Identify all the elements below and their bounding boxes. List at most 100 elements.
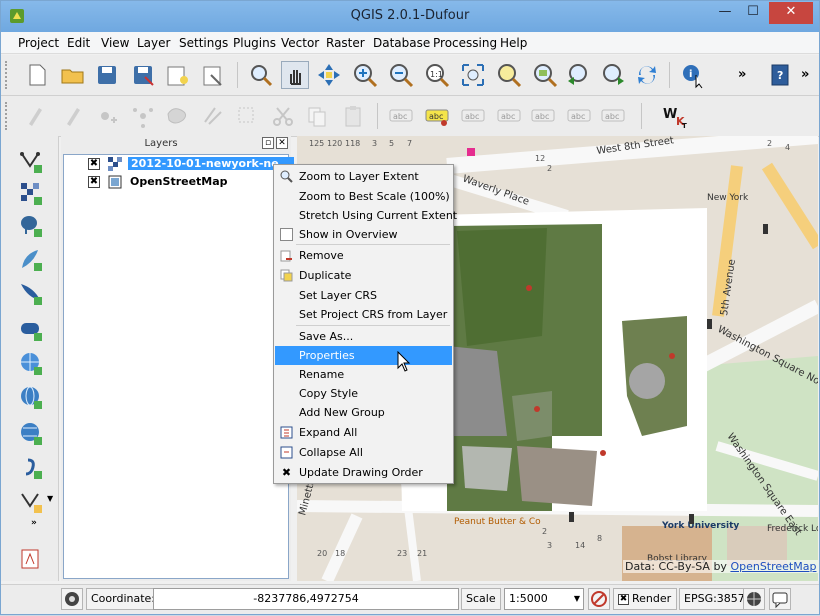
- save-project-button[interactable]: [93, 61, 121, 89]
- layer-labeling-button[interactable]: abc: [387, 102, 415, 130]
- menu-item-duplicate[interactable]: Duplicate: [275, 266, 452, 285]
- toolbar-handle[interactable]: [5, 102, 9, 130]
- epsg-button[interactable]: EPSG:3857: [679, 588, 750, 610]
- menu-item-zoom-to-layer-extent[interactable]: Zoom to Layer Extent: [275, 167, 452, 186]
- help-contents-button[interactable]: ?: [766, 61, 794, 89]
- add-spatialite-layer-button[interactable]: [18, 246, 44, 272]
- zoom-full-button[interactable]: [459, 61, 487, 89]
- menu-database[interactable]: Database: [373, 36, 430, 50]
- layer-visibility-checkbox[interactable]: ✖: [88, 176, 100, 188]
- menu-item-zoom-to-best-scale[interactable]: Zoom to Best Scale (100%): [275, 187, 452, 206]
- render-toggle[interactable]: ✖ Render: [613, 588, 677, 610]
- menu-item-update-drawing-order[interactable]: ✖ Update Drawing Order: [275, 463, 452, 482]
- progress-toggle-button[interactable]: [61, 588, 83, 610]
- menu-project[interactable]: Project: [18, 36, 59, 50]
- toolbar-handle[interactable]: [5, 61, 9, 89]
- identify-features-button[interactable]: i: [679, 61, 707, 89]
- menu-item-set-layer-crs[interactable]: Set Layer CRS: [275, 286, 452, 305]
- change-label-button[interactable]: abc: [599, 102, 627, 130]
- zoom-in-button[interactable]: [351, 61, 379, 89]
- menu-item-add-new-group[interactable]: Add New Group: [275, 403, 452, 422]
- minimize-button[interactable]: —: [711, 2, 739, 24]
- toggle-editing-button[interactable]: [59, 102, 87, 130]
- layer-row[interactable]: ✖ OpenStreetMap: [64, 173, 288, 191]
- menu-help[interactable]: Help: [500, 36, 527, 50]
- menu-item-rename[interactable]: Rename: [275, 365, 452, 384]
- menu-item-show-in-overview[interactable]: Show in Overview: [275, 225, 452, 244]
- node-tool-button[interactable]: [163, 102, 191, 130]
- zoom-out-button[interactable]: [387, 61, 415, 89]
- menu-edit[interactable]: Edit: [67, 36, 90, 50]
- select-delete-button[interactable]: [233, 102, 261, 130]
- save-as-button[interactable]: [129, 61, 157, 89]
- new-shapefile-button[interactable]: [18, 488, 44, 514]
- delete-selected-button[interactable]: [199, 102, 227, 130]
- add-oracle-layer-button[interactable]: [18, 316, 44, 342]
- pan-map-button[interactable]: [281, 61, 309, 89]
- zoom-last-button[interactable]: [565, 61, 593, 89]
- composer-manager-button[interactable]: [199, 61, 227, 89]
- paste-features-button[interactable]: [339, 102, 367, 130]
- open-project-button[interactable]: [59, 61, 87, 89]
- add-vector-layer-button[interactable]: [18, 148, 44, 174]
- cut-features-button[interactable]: [269, 102, 297, 130]
- add-postgis-layer-button[interactable]: [18, 212, 44, 238]
- copy-features-button[interactable]: [303, 102, 331, 130]
- scale-combobox[interactable]: 1:5000 ▼: [504, 588, 584, 610]
- label-tool-button[interactable]: abc: [423, 102, 451, 130]
- layer-name[interactable]: OpenStreetMap: [130, 175, 228, 188]
- add-mssql-layer-button[interactable]: [18, 280, 44, 306]
- menu-view[interactable]: View: [101, 36, 129, 50]
- menu-settings[interactable]: Settings: [179, 36, 228, 50]
- move-feature-button[interactable]: [129, 102, 157, 130]
- menu-vector[interactable]: Vector: [281, 36, 319, 50]
- touch-zoom-button[interactable]: [247, 61, 275, 89]
- zoom-to-selection-button[interactable]: [495, 61, 523, 89]
- menu-item-save-as[interactable]: Save As...: [275, 327, 452, 346]
- add-wms-layer-button[interactable]: [18, 350, 44, 376]
- maximize-button[interactable]: ☐: [739, 2, 767, 24]
- menu-item-expand-all[interactable]: Expand All: [275, 423, 452, 442]
- menu-item-properties[interactable]: Properties: [275, 346, 452, 365]
- layers-panel-header[interactable]: Layers ▫ ✕: [61, 136, 291, 152]
- stop-render-button[interactable]: [588, 588, 610, 610]
- zoom-actual-size-button[interactable]: 1:1: [423, 61, 451, 89]
- refresh-button[interactable]: [633, 61, 661, 89]
- layers-tree[interactable]: ✖ 2012-10-01-newyork-ne... ✖ OpenStreetM…: [63, 154, 295, 579]
- rotate-label-button[interactable]: abc: [565, 102, 593, 130]
- menu-item-stretch-current-extent[interactable]: Stretch Using Current Extent: [275, 206, 457, 225]
- pan-to-selection-button[interactable]: [315, 61, 343, 89]
- zoom-to-layer-button[interactable]: [531, 61, 559, 89]
- add-raster-layer-button[interactable]: [18, 180, 44, 206]
- layer-row[interactable]: ✖ 2012-10-01-newyork-ne...: [64, 155, 295, 173]
- add-point-button[interactable]: [93, 102, 121, 130]
- crs-status-button[interactable]: [743, 588, 765, 610]
- menu-processing[interactable]: Processing: [433, 36, 497, 50]
- openstreetmap-link[interactable]: OpenStreetMap: [730, 560, 816, 573]
- toolbar-overflow-chevron-vertical[interactable]: »: [31, 518, 37, 528]
- toolbar-overflow-chevron-2[interactable]: »: [801, 67, 809, 82]
- menu-item-remove[interactable]: Remove: [275, 246, 452, 265]
- coordinate-field[interactable]: -8237786,4972754: [153, 588, 459, 610]
- wkt-plugin-button[interactable]: WKT: [661, 102, 689, 130]
- add-delimited-text-button[interactable]: [18, 454, 44, 480]
- close-button[interactable]: ✕: [769, 2, 813, 24]
- menu-raster[interactable]: Raster: [326, 36, 365, 50]
- panel-float-button[interactable]: ▫: [262, 137, 274, 149]
- new-project-button[interactable]: [23, 61, 51, 89]
- add-wfs-layer-button[interactable]: [18, 420, 44, 446]
- menu-item-set-project-crs[interactable]: Set Project CRS from Layer: [275, 305, 452, 324]
- menu-item-copy-style[interactable]: Copy Style: [275, 384, 452, 403]
- current-edits-button[interactable]: [23, 102, 51, 130]
- add-wcs-layer-button[interactable]: [18, 384, 44, 410]
- pin-labels-button[interactable]: abc: [459, 102, 487, 130]
- menu-item-collapse-all[interactable]: Collapse All: [275, 443, 452, 462]
- toolbar-overflow-chevron[interactable]: »: [738, 67, 746, 82]
- move-label-button[interactable]: abc: [529, 102, 557, 130]
- new-print-composer-button[interactable]: [163, 61, 191, 89]
- menu-layer[interactable]: Layer: [137, 36, 170, 50]
- menu-plugins[interactable]: Plugins: [233, 36, 276, 50]
- title-bar[interactable]: QGIS 2.0.1-Dufour — ☐ ✕: [1, 1, 819, 32]
- messages-button[interactable]: [769, 588, 791, 610]
- show-hide-labels-button[interactable]: abc: [495, 102, 523, 130]
